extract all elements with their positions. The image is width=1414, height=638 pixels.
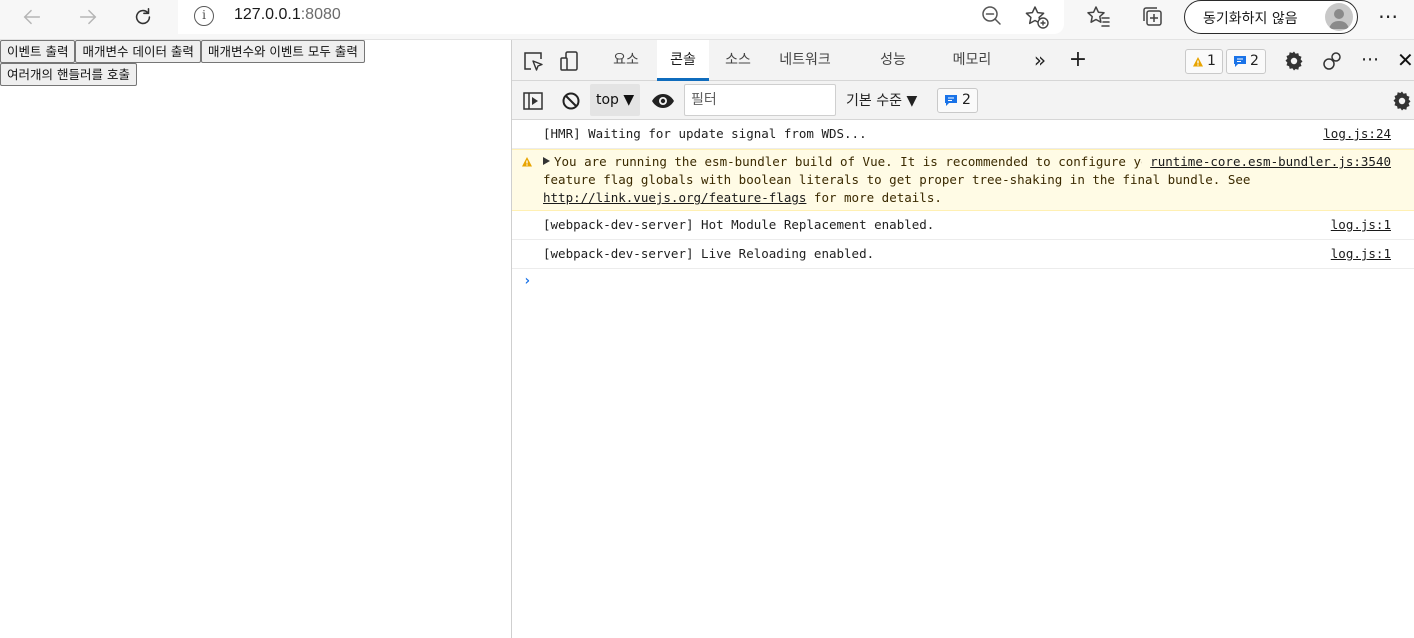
warning-count: 1: [1207, 53, 1216, 69]
tab-label: 소스: [725, 52, 751, 68]
message-icon: [1234, 56, 1246, 67]
message-count: 2: [1250, 53, 1259, 69]
console-warning-message: runtime-core.esm-bundler.js:3540 You are…: [512, 149, 1414, 211]
devtools-panel: 요소 콘솔 소스 네트워크 성능 메모리 » + 1 2 ⋯ ✕ top ▼ 기…: [511, 40, 1414, 638]
prompt-chevron-icon: ›: [523, 273, 532, 289]
settings-gear-icon[interactable]: [1283, 50, 1305, 72]
forward-button[interactable]: [70, 2, 106, 32]
print-param-and-event-button[interactable]: 매개변수와 이벤트 모두 출력: [200, 40, 365, 63]
devtools-tab-bar: 요소 콘솔 소스 네트워크 성능 메모리 » + 1 2 ⋯ ✕: [512, 40, 1414, 81]
console-message: [webpack-dev-server] Hot Module Replacem…: [512, 211, 1414, 240]
device-emulation-icon[interactable]: [558, 50, 580, 72]
console-message: [HMR] Waiting for update signal from WDS…: [512, 120, 1414, 149]
tab-network[interactable]: 네트워크: [770, 40, 840, 81]
source-link[interactable]: runtime-core.esm-bundler.js:3540: [1142, 153, 1391, 171]
tab-label: 네트워크: [779, 52, 831, 68]
url-port: :8080: [300, 6, 341, 23]
call-multiple-handlers-button[interactable]: 여러개의 핸들러를 호출: [0, 63, 137, 86]
button-row-2: 여러개의 핸들러를 호출: [0, 63, 511, 86]
clear-console-icon[interactable]: [560, 90, 582, 112]
console-prompt[interactable]: ›: [512, 269, 1414, 293]
tab-performance[interactable]: 성능: [867, 40, 919, 81]
refresh-icon: [135, 7, 151, 25]
tab-label: 메모리: [952, 52, 992, 68]
tab-label: 성능: [880, 52, 906, 68]
user-avatar-icon: [1329, 9, 1349, 29]
tab-memory[interactable]: 메모리: [942, 40, 1002, 81]
dropdown-caret-icon: ▼: [906, 93, 918, 109]
avatar: [1325, 3, 1353, 31]
source-link[interactable]: log.js:1: [1331, 216, 1391, 234]
favorites-icon[interactable]: [1086, 4, 1112, 30]
print-param-data-button[interactable]: 매개변수 데이터 출력: [75, 40, 201, 63]
add-favorite-icon[interactable]: [1024, 4, 1050, 30]
sync-status-label: 동기화하지 않음: [1203, 11, 1298, 27]
back-button[interactable]: [14, 2, 50, 32]
console-message: [webpack-dev-server] Live Reloading enab…: [512, 240, 1414, 269]
tab-label: 콘솔: [670, 52, 696, 68]
forward-arrow-icon: [79, 9, 97, 25]
warnings-badge[interactable]: 1: [1185, 49, 1223, 74]
back-arrow-icon: [23, 9, 41, 25]
live-expression-eye-icon[interactable]: [651, 90, 675, 112]
message-text: [webpack-dev-server] Hot Module Replacem…: [543, 217, 935, 232]
add-tab-icon[interactable]: +: [1068, 40, 1088, 81]
close-devtools-icon[interactable]: ✕: [1397, 48, 1414, 72]
url-host: 127.0.0.1: [234, 6, 301, 23]
console-toolbar: top ▼ 기본 수준 ▼ 2: [512, 81, 1414, 120]
issues-badge[interactable]: 2: [937, 88, 978, 113]
expand-triangle-icon[interactable]: [543, 157, 550, 165]
more-options-icon[interactable]: ⋯: [1358, 40, 1382, 81]
context-value: top: [596, 92, 619, 108]
page-viewport: 이벤트 출력 매개변수 데이터 출력 매개변수와 이벤트 모두 출력 여러개의 …: [0, 40, 511, 638]
browser-toolbar: i 127.0.0.1:8080 동기화하지 않음 ⋯: [0, 0, 1414, 40]
message-icon: [945, 95, 957, 106]
button-row-1: 이벤트 출력 매개변수 데이터 출력 매개변수와 이벤트 모두 출력: [0, 40, 511, 63]
dropdown-caret-icon: ▼: [623, 92, 635, 108]
warning-icon: [1193, 56, 1203, 66]
tab-sources[interactable]: 소스: [712, 40, 764, 81]
url-text[interactable]: 127.0.0.1:8080: [234, 6, 341, 24]
tab-elements[interactable]: 요소: [600, 40, 652, 81]
zoom-out-icon[interactable]: [980, 4, 1004, 28]
source-link[interactable]: log.js:1: [1331, 245, 1391, 263]
filter-input-box[interactable]: [684, 84, 836, 116]
message-text: [HMR] Waiting for update signal from WDS…: [543, 126, 867, 141]
profile-sync-button[interactable]: 동기화하지 않음: [1184, 0, 1358, 34]
console-output: [HMR] Waiting for update signal from WDS…: [512, 120, 1414, 638]
console-settings-gear-icon[interactable]: [1391, 90, 1413, 112]
sidebar-toggle-icon[interactable]: [522, 90, 544, 112]
settings-more-icon[interactable]: ⋯: [1378, 4, 1399, 28]
site-info-icon[interactable]: i: [194, 6, 214, 26]
address-bar[interactable]: i 127.0.0.1:8080: [178, 0, 1064, 34]
message-text: [webpack-dev-server] Live Reloading enab…: [543, 246, 875, 261]
tab-console[interactable]: 콘솔: [657, 40, 709, 81]
context-selector[interactable]: top ▼: [590, 84, 640, 116]
connect-device-icon[interactable]: [1321, 50, 1343, 72]
refresh-button[interactable]: [125, 2, 161, 32]
print-event-button[interactable]: 이벤트 출력: [0, 40, 76, 63]
warning-icon: [522, 157, 532, 167]
inspect-element-icon[interactable]: [522, 50, 544, 72]
collections-icon[interactable]: [1140, 4, 1166, 30]
tab-label: 요소: [613, 52, 639, 68]
issue-count: 2: [962, 92, 971, 108]
log-level-label: 기본 수준: [846, 93, 902, 109]
filter-input[interactable]: [691, 86, 831, 114]
messages-badge[interactable]: 2: [1226, 49, 1266, 74]
feature-flags-link[interactable]: http://link.vuejs.org/feature-flags: [543, 190, 806, 205]
log-level-dropdown[interactable]: 기본 수준 ▼: [846, 90, 917, 110]
source-link[interactable]: log.js:24: [1323, 125, 1391, 143]
more-tabs-icon[interactable]: »: [1030, 40, 1050, 81]
message-text-end: for more details.: [806, 190, 942, 205]
